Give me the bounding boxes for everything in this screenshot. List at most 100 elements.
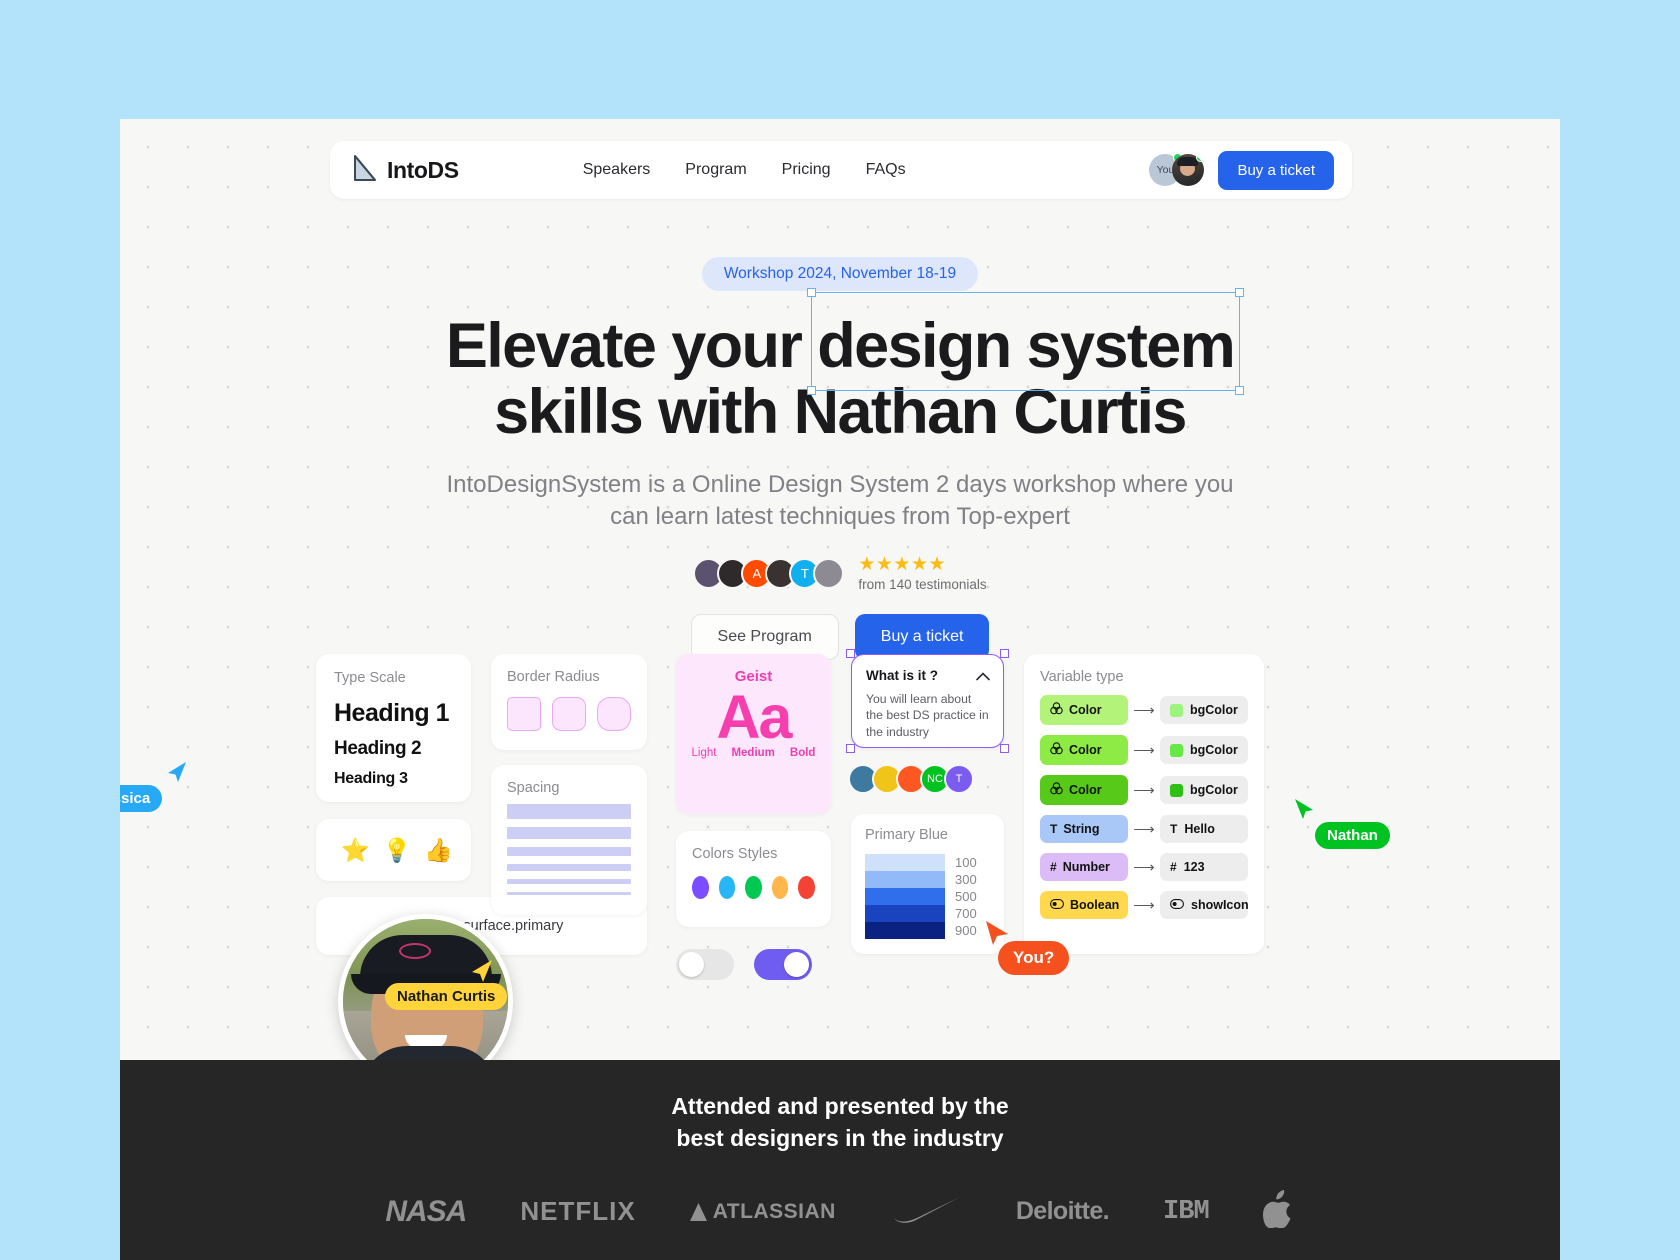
- spacing-label: Spacing: [507, 780, 560, 796]
- reactions-card[interactable]: ⭐ 💡 👍: [316, 819, 471, 881]
- spacing-card[interactable]: Spacing: [491, 765, 647, 915]
- toggle-on[interactable]: [754, 949, 812, 980]
- type-scale-card[interactable]: Type Scale Heading 1 Heading 2 Heading 3: [316, 654, 471, 802]
- radius-sample-medium: [552, 697, 586, 731]
- color-swatch[interactable]: [771, 876, 789, 899]
- variable-row[interactable]: # Number ⟶ #123: [1040, 853, 1248, 881]
- arrow-right-icon: ⟶: [1133, 702, 1155, 719]
- footer-title-line1: Attended and presented by the: [671, 1093, 1009, 1119]
- variable-rows: Color ⟶ bgColor Color ⟶ bgColor Color ⟶ bgColor T…: [1040, 695, 1249, 919]
- color-swatch[interactable]: [692, 876, 709, 899]
- faq-answer: You will learn about the best DS practic…: [866, 692, 989, 739]
- geist-weight-light: Light: [691, 747, 717, 760]
- color-swatch[interactable]: [718, 876, 736, 899]
- social-proof: AT ★★★★★ from 140 testimonials: [120, 555, 1560, 592]
- headline-prefix: Elevate your: [445, 311, 818, 381]
- star-emoji-icon[interactable]: ⭐: [341, 837, 370, 864]
- arrow-right-icon: ⟶: [1133, 742, 1155, 759]
- headline-line2: skills with Nathan Curtis: [494, 377, 1187, 448]
- selection-handle-tr[interactable]: [1235, 288, 1245, 297]
- border-radius-card[interactable]: Border Radius: [491, 654, 647, 750]
- color-icon: [1050, 742, 1063, 758]
- toggle-samples: [676, 949, 812, 980]
- variable-row[interactable]: T String ⟶ T Hello: [1040, 815, 1248, 843]
- blue-swatch: [865, 888, 945, 905]
- spacing-bars: [507, 804, 631, 895]
- hero-cta-row: See Program Buy a ticket: [120, 613, 1560, 660]
- variable-row[interactable]: Color ⟶ bgColor: [1040, 775, 1248, 805]
- color-swatch[interactable]: [798, 876, 815, 899]
- spacing-bar: [507, 879, 631, 884]
- variable-row[interactable]: Color ⟶ bgColor: [1040, 695, 1248, 725]
- arrow-right-icon: ⟶: [1133, 897, 1155, 914]
- variable-value-label: showIcon: [1191, 898, 1249, 912]
- value-color-swatch: [1170, 703, 1183, 717]
- hero-buy-ticket-button[interactable]: Buy a ticket: [854, 613, 990, 660]
- headline-selected-label: design system: [817, 311, 1235, 381]
- faq-selection-handle-tr[interactable]: [1000, 649, 1009, 658]
- chevron-up-icon[interactable]: [976, 669, 990, 684]
- variable-value-label: Hello: [1184, 822, 1215, 836]
- hash-icon: #: [1170, 860, 1177, 874]
- geist-weights: Light Medium Bold: [676, 747, 831, 759]
- atlassian-logo-label: ATLASSIAN: [712, 1199, 836, 1223]
- footer-title: Attended and presented by the best desig…: [120, 1090, 1560, 1154]
- variable-value-chip[interactable]: bgColor: [1160, 696, 1248, 724]
- blue-shade-number: 500: [955, 889, 977, 904]
- variable-type-chip[interactable]: # Number: [1040, 853, 1128, 881]
- toggle-icon: [1170, 898, 1184, 912]
- variable-type-chip[interactable]: Color: [1040, 735, 1128, 765]
- toggle-off[interactable]: [676, 949, 734, 980]
- faq-selection-handle-br[interactable]: [1000, 744, 1009, 753]
- lightbulb-emoji-icon[interactable]: 💡: [383, 837, 412, 864]
- see-program-button[interactable]: See Program: [690, 613, 839, 660]
- primary-blue-card[interactable]: Primary Blue 100 300 500 700 900: [851, 814, 1004, 954]
- blue-shade-number: 700: [955, 906, 977, 921]
- footer: Attended and presented by the best desig…: [120, 1060, 1560, 1260]
- geist-sample: Aa: [716, 683, 793, 751]
- bubble-cap-logo-icon: [399, 943, 431, 959]
- cursor-jessica-pointer-icon: [166, 760, 188, 789]
- variable-type-card[interactable]: Variable type Color ⟶ bgColor Color ⟶ bgColor…: [1024, 654, 1264, 954]
- testimonial-avatars: AT: [693, 557, 845, 589]
- color-swatch[interactable]: [745, 876, 762, 899]
- variable-value-chip[interactable]: bgColor: [1160, 736, 1248, 764]
- headline-selected-text[interactable]: design system: [807, 288, 1245, 396]
- atlassian-logo: ATLASSIAN: [689, 1199, 836, 1224]
- variable-type-chip[interactable]: Boolean: [1040, 891, 1128, 919]
- variable-value-label: bgColor: [1190, 783, 1238, 797]
- radius-samples: [507, 697, 631, 731]
- variable-value-chip[interactable]: #123: [1160, 853, 1248, 881]
- variable-value-chip[interactable]: T Hello: [1160, 815, 1248, 843]
- text-icon: T: [1170, 822, 1178, 836]
- nike-swoosh-icon: [893, 1197, 960, 1224]
- variable-value-chip[interactable]: bgColor: [1160, 776, 1248, 804]
- value-color-swatch: [1170, 743, 1183, 757]
- blue-swatch: [865, 871, 945, 888]
- cursor-nathan-pointer-icon: [1293, 797, 1315, 826]
- faq-selection-handle-bl[interactable]: [846, 744, 855, 753]
- toggle-knob: [784, 952, 809, 977]
- deloitte-logo: Deloitte.: [1015, 1197, 1110, 1226]
- variable-type-chip[interactable]: Color: [1040, 775, 1128, 805]
- geist-font-card[interactable]: Geist Aa Light Medium Bold: [676, 654, 831, 814]
- colors-styles-card[interactable]: Colors Styles: [676, 831, 831, 927]
- variable-row[interactable]: Color ⟶ bgColor: [1040, 735, 1248, 765]
- variable-type-chip[interactable]: Color: [1040, 695, 1128, 725]
- page-title: Elevate your design system skills with N…: [120, 288, 1560, 448]
- faq-avatar-stack: NC T: [848, 764, 974, 794]
- spacing-bar: [507, 892, 631, 895]
- variable-row[interactable]: Boolean ⟶ showIcon: [1040, 891, 1249, 919]
- variable-type-label: Color: [1069, 703, 1102, 717]
- geist-weight-medium: Medium: [731, 747, 775, 760]
- radius-sample-large: [597, 697, 631, 731]
- netflix-logo: NETFLIX: [520, 1196, 636, 1227]
- thumbsup-emoji-icon[interactable]: 👍: [424, 837, 453, 864]
- text-icon: T: [1050, 822, 1058, 836]
- variable-value-chip[interactable]: showIcon: [1160, 891, 1249, 919]
- variable-type-chip[interactable]: T String: [1040, 815, 1128, 843]
- nasa-logo: NASA: [385, 1194, 467, 1228]
- faq-card[interactable]: What is it ? You will learn about the be…: [846, 649, 1009, 753]
- faq-selection-handle-tl[interactable]: [846, 649, 855, 658]
- blue-swatch: [865, 854, 945, 871]
